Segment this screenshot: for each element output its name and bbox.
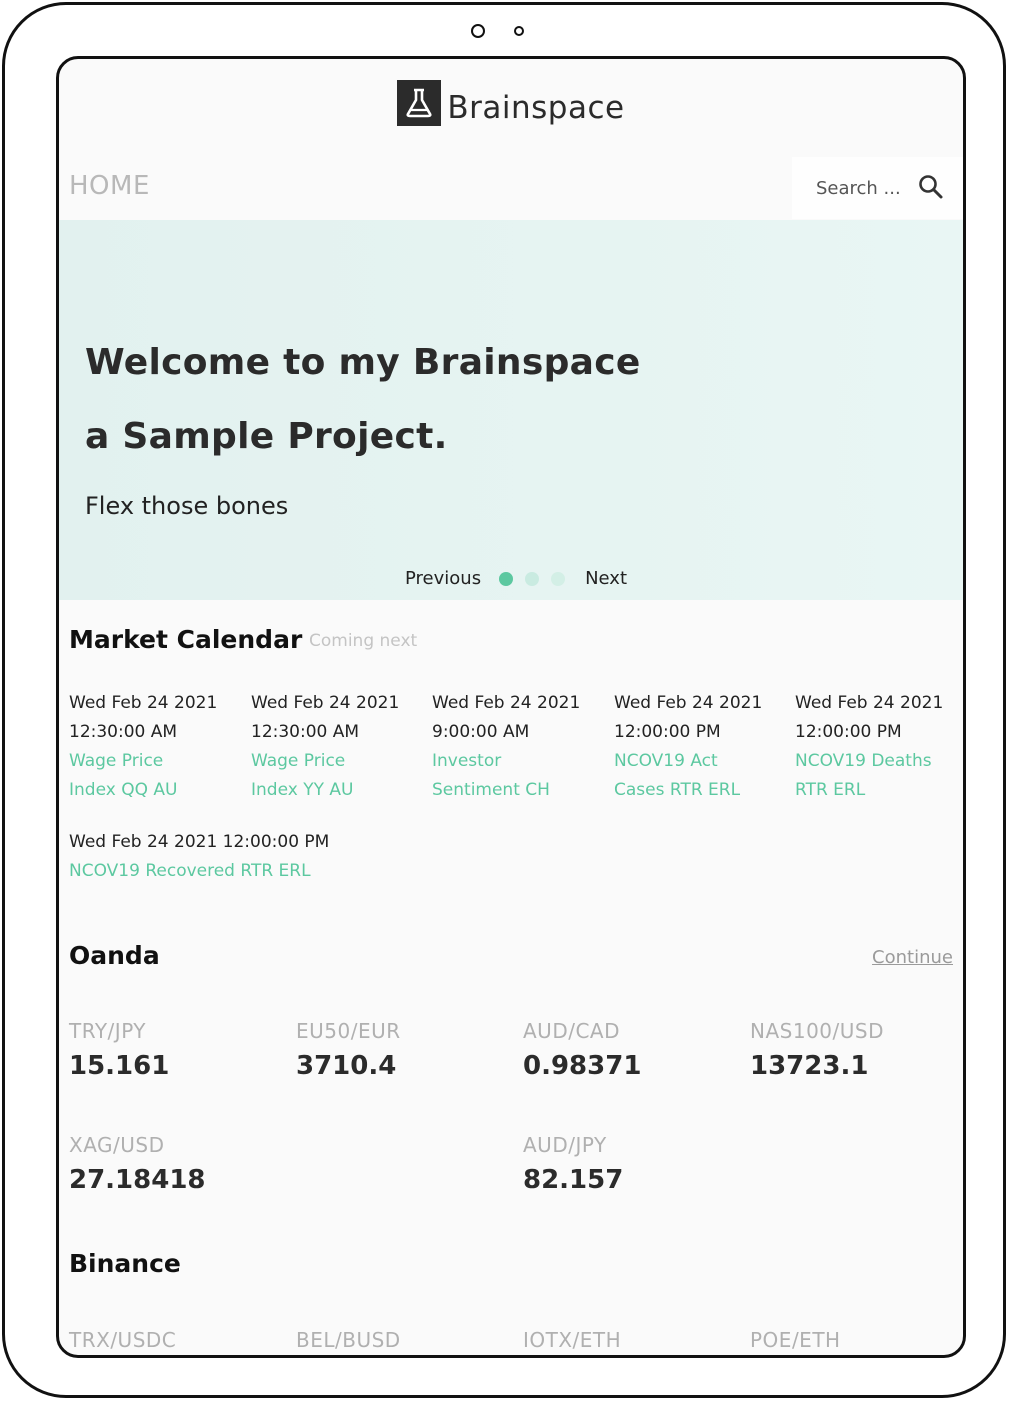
hero-title-line1: Welcome to my Brainspace [85, 342, 641, 383]
event-time: 9:00:00 AM [432, 722, 530, 742]
ticker-symbol: IOTX/ETH [523, 1328, 622, 1352]
ticker-card[interactable]: XAG/USD 27.18418 [69, 1133, 289, 1195]
ticker-card[interactable]: EU50/EUR 3710.4 [296, 1019, 516, 1081]
event-time: 12:30:00 AM [69, 722, 178, 742]
market-calendar-subtitle: Coming next [309, 631, 418, 651]
ticker-symbol: AUD/CAD [523, 1019, 621, 1043]
ticker-card[interactable]: TRX/USDC [69, 1328, 289, 1352]
continue-link[interactable]: Continue [872, 947, 953, 968]
event-link[interactable]: NCOV19 Recovered RTR ERL [69, 857, 469, 886]
ticker-price: 13723.1 [750, 1051, 869, 1081]
ticker-symbol: TRY/JPY [69, 1019, 147, 1043]
market-calendar-title: Market Calendar [69, 625, 303, 654]
event-date: Wed Feb 24 2021 [69, 693, 218, 713]
ticker-card[interactable]: TRY/JPY 15.161 [69, 1019, 289, 1081]
event-link[interactable]: Wage Price Index QQ AU [69, 747, 239, 805]
event-time: 12:00:00 PM [614, 722, 721, 742]
event-link[interactable]: NCOV19 Deaths RTR ERL [795, 747, 963, 805]
brand-logo-link[interactable]: Brainspace [59, 75, 963, 131]
ticker-card[interactable]: POE/ETH [750, 1328, 963, 1352]
carousel-dot-1[interactable] [499, 571, 514, 586]
calendar-event: Wed Feb 24 2021 12:00:00 PM NCOV19 Death… [795, 689, 963, 805]
carousel-next-button[interactable]: Next [585, 568, 627, 589]
ticker-symbol: BEL/BUSD [296, 1328, 401, 1352]
ticker-symbol: AUD/JPY [523, 1133, 607, 1157]
camera-icon [471, 24, 485, 38]
event-date: Wed Feb 24 2021 [432, 693, 581, 713]
event-time: 12:30:00 AM [251, 722, 360, 742]
ticker-price: 3710.4 [296, 1051, 397, 1081]
hero-title-line2: a Sample Project. [85, 416, 448, 457]
carousel-dot-2[interactable] [525, 571, 540, 586]
sensor-icon [514, 26, 524, 36]
carousel-controls: Previous Next [405, 568, 627, 589]
hero-subtitle: Flex those bones [85, 492, 289, 520]
ticker-card[interactable]: NAS100/USD 13723.1 [750, 1019, 963, 1081]
ticker-card[interactable]: IOTX/ETH [523, 1328, 743, 1352]
ticker-price: 82.157 [523, 1165, 624, 1195]
calendar-event: Wed Feb 24 2021 12:00:00 PM NCOV19 Act Ca… [614, 689, 784, 805]
carousel-previous-button[interactable]: Previous [405, 568, 481, 589]
event-link[interactable]: Wage Price Index YY AU [251, 747, 421, 805]
event-date: Wed Feb 24 2021 [614, 693, 763, 713]
search-input[interactable] [814, 176, 928, 200]
event-date: Wed Feb 24 2021 [795, 693, 944, 713]
event-time: 12:00:00 PM [795, 722, 902, 742]
search-icon[interactable] [918, 174, 944, 204]
brand-name: Brainspace [447, 90, 625, 126]
ticker-symbol: TRX/USDC [69, 1328, 177, 1352]
ticker-price: 27.18418 [69, 1165, 206, 1195]
search-box [792, 157, 963, 219]
ticker-symbol: POE/ETH [750, 1328, 841, 1352]
event-link[interactable]: Investor Sentiment CH [432, 747, 602, 805]
ticker-card[interactable]: AUD/JPY 82.157 [523, 1133, 743, 1195]
calendar-event: Wed Feb 24 2021 9:00:00 AM Investor Senti… [432, 689, 602, 805]
ticker-card[interactable]: BEL/BUSD [296, 1328, 516, 1352]
ticker-symbol: EU50/EUR [296, 1019, 401, 1043]
nav-home-link[interactable]: HOME [69, 171, 150, 201]
flask-icon [397, 80, 442, 126]
ticker-symbol: XAG/USD [69, 1133, 165, 1157]
event-date: Wed Feb 24 2021 [251, 693, 400, 713]
ticker-symbol: NAS100/USD [750, 1019, 884, 1043]
binance-title: Binance [69, 1249, 181, 1278]
tablet-frame: Brainspace HOME Welcome to my Brainspace… [2, 2, 1006, 1398]
event-link[interactable]: NCOV19 Act Cases RTR ERL [614, 747, 784, 805]
ticker-card[interactable]: AUD/CAD 0.98371 [523, 1019, 743, 1081]
screen: Brainspace HOME Welcome to my Brainspace… [56, 56, 966, 1358]
calendar-event: Wed Feb 24 2021 12:00:00 PM NCOV19 Recov… [69, 828, 469, 886]
carousel-dot-3[interactable] [551, 571, 566, 586]
hero-carousel: Welcome to my Brainspace a Sample Projec… [59, 220, 963, 600]
calendar-event: Wed Feb 24 2021 12:30:00 AM Wage Price In… [251, 689, 421, 805]
oanda-title: Oanda [69, 941, 160, 970]
calendar-event: Wed Feb 24 2021 12:30:00 AM Wage Price In… [69, 689, 239, 805]
event-datetime: Wed Feb 24 2021 12:00:00 PM [69, 832, 330, 852]
ticker-price: 15.161 [69, 1051, 170, 1081]
ticker-price: 0.98371 [523, 1051, 642, 1081]
